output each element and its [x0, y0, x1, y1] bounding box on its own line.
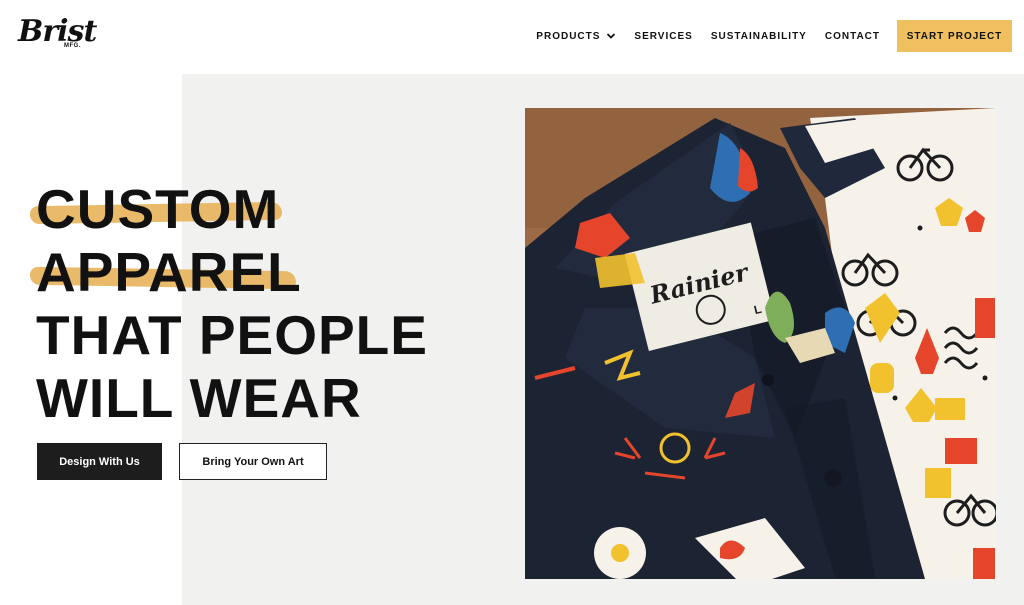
brist-logo[interactable]: Brist MFG. [18, 14, 98, 58]
nav-item-label: PRODUCTS [536, 30, 601, 42]
hero-headline: CUSTOM APPAREL THAT PEOPLE WILL WEAR [29, 178, 436, 430]
headline-line-1: CUSTOM [29, 178, 436, 241]
nav-item-services[interactable]: SERVICES [634, 31, 692, 42]
bring-your-own-art-button[interactable]: Bring Your Own Art [179, 443, 327, 480]
chevron-down-icon [607, 33, 616, 39]
nav-item-sustainability[interactable]: SUSTAINABILITY [711, 31, 807, 42]
hero-buttons: Design With Us Bring Your Own Art [37, 443, 327, 480]
start-project-button[interactable]: START PROJECT [897, 20, 1012, 52]
shirt-illustration: Rainier L [525, 108, 996, 579]
site-header: Brist MFG. PRODUCTS SERVICES SUSTAINABIL… [0, 0, 1024, 74]
nav-item-products[interactable]: PRODUCTS [536, 31, 616, 42]
logo-subtext: MFG. [64, 43, 81, 49]
hero-photo: Rainier L [525, 108, 996, 579]
main-nav: PRODUCTS SERVICES SUSTAINABILITY CONTACT… [536, 20, 1012, 52]
design-with-us-button[interactable]: Design With Us [37, 443, 162, 480]
headline-line-4: WILL WEAR [36, 367, 362, 429]
headline-line-2: APPAREL [29, 241, 436, 304]
nav-item-contact[interactable]: CONTACT [825, 31, 880, 42]
logo-wordmark: Brist [18, 14, 97, 49]
headline-line-3: THAT PEOPLE [36, 304, 428, 366]
